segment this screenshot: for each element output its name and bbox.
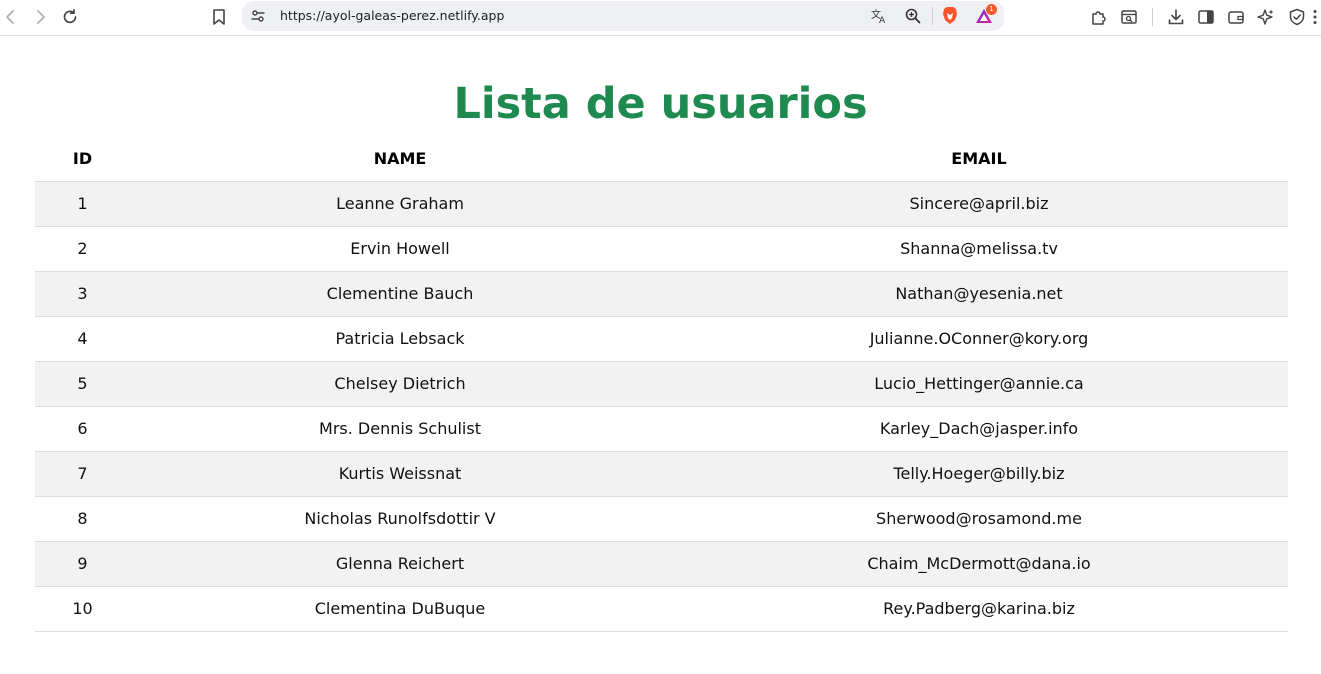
translate-icon[interactable]: 文 A — [868, 5, 890, 27]
table-row: 7 Kurtis Weissnat Telly.Hoeger@billy.biz — [35, 451, 1288, 497]
table-header-row: ID NAME EMAIL — [35, 136, 1288, 182]
cell-id: 4 — [35, 316, 130, 362]
users-table: ID NAME EMAIL 1 Leanne Graham Sincere@ap… — [35, 136, 1288, 632]
cell-id: 7 — [35, 451, 130, 497]
table-row: 2 Ervin Howell Shanna@melissa.tv — [35, 226, 1288, 272]
table-row: 9 Glenna Reichert Chaim_McDermott@dana.i… — [35, 541, 1288, 587]
cell-id: 6 — [35, 406, 130, 452]
cell-email: Nathan@yesenia.net — [670, 271, 1288, 317]
table-row: 1 Leanne Graham Sincere@april.biz — [35, 181, 1288, 227]
download-icon[interactable] — [1165, 6, 1187, 28]
table-row: 8 Nicholas Runolfsdottir V Sherwood@rosa… — [35, 496, 1288, 542]
cell-email: Sincere@april.biz — [670, 181, 1288, 227]
shield-icon[interactable] — [1286, 6, 1308, 28]
cell-name: Ervin Howell — [130, 226, 670, 272]
puzzle-icon[interactable] — [1088, 6, 1110, 28]
cell-id: 2 — [35, 226, 130, 272]
header-name: NAME — [130, 136, 670, 182]
cell-id: 1 — [35, 181, 130, 227]
cell-email: Julianne.OConner@kory.org — [670, 316, 1288, 362]
cell-id: 3 — [35, 271, 130, 317]
table-row: 6 Mrs. Dennis Schulist Karley_Dach@jaspe… — [35, 406, 1288, 452]
leo-ai-icon[interactable] — [1255, 6, 1277, 28]
svg-text:A: A — [879, 16, 886, 25]
cell-id: 8 — [35, 496, 130, 542]
table-row: 5 Chelsey Dietrich Lucio_Hettinger@annie… — [35, 361, 1288, 407]
sidebar-icon[interactable] — [1195, 6, 1217, 28]
cell-email: Sherwood@rosamond.me — [670, 496, 1288, 542]
extension-badge: 1 — [986, 4, 997, 15]
cell-name: Clementina DuBuque — [130, 586, 670, 632]
toolbar-divider — [1152, 8, 1153, 26]
header-id: ID — [35, 136, 130, 182]
cell-id: 10 — [35, 586, 130, 632]
cell-email: Shanna@melissa.tv — [670, 226, 1288, 272]
cell-name: Clementine Bauch — [130, 271, 670, 317]
table-row: 3 Clementine Bauch Nathan@yesenia.net — [35, 271, 1288, 317]
forward-arrow-icon[interactable] — [29, 6, 51, 28]
cell-id: 9 — [35, 541, 130, 587]
address-bar-divider — [932, 7, 933, 25]
cell-name: Mrs. Dennis Schulist — [130, 406, 670, 452]
cell-email: Lucio_Hettinger@annie.ca — [670, 361, 1288, 407]
menu-icon[interactable] — [1308, 6, 1321, 28]
table-row: 4 Patricia Lebsack Julianne.OConner@kory… — [35, 316, 1288, 362]
cell-name: Glenna Reichert — [130, 541, 670, 587]
header-email: EMAIL — [670, 136, 1288, 182]
tab-search-icon[interactable] — [1118, 6, 1140, 28]
cell-id: 5 — [35, 361, 130, 407]
page-title: Lista de usuarios — [453, 79, 868, 129]
wallet-icon[interactable] — [1225, 6, 1247, 28]
site-settings-icon[interactable] — [247, 5, 269, 27]
cell-name: Patricia Lebsack — [130, 316, 670, 362]
address-bar[interactable]: https://ayol-galeas-perez.netlify.app 文 … — [242, 1, 1004, 31]
cell-email: Telly.Hoeger@billy.biz — [670, 451, 1288, 497]
back-arrow-icon[interactable] — [0, 6, 22, 28]
cell-email: Karley_Dach@jasper.info — [670, 406, 1288, 452]
cell-email: Rey.Padberg@karina.biz — [670, 586, 1288, 632]
brave-lion-icon[interactable] — [939, 5, 961, 27]
cell-name: Leanne Graham — [130, 181, 670, 227]
cell-name: Nicholas Runolfsdottir V — [130, 496, 670, 542]
url-text[interactable]: https://ayol-galeas-perez.netlify.app — [280, 8, 504, 23]
reload-icon[interactable] — [59, 6, 81, 28]
cell-name: Chelsey Dietrich — [130, 361, 670, 407]
cell-email: Chaim_McDermott@dana.io — [670, 541, 1288, 587]
bookmark-icon[interactable] — [208, 6, 230, 28]
cell-name: Kurtis Weissnat — [130, 451, 670, 497]
zoom-icon[interactable] — [902, 5, 924, 27]
table-row: 10 Clementina DuBuque Rey.Padberg@karina… — [35, 586, 1288, 632]
browser-toolbar: https://ayol-galeas-perez.netlify.app 文 … — [0, 0, 1321, 36]
